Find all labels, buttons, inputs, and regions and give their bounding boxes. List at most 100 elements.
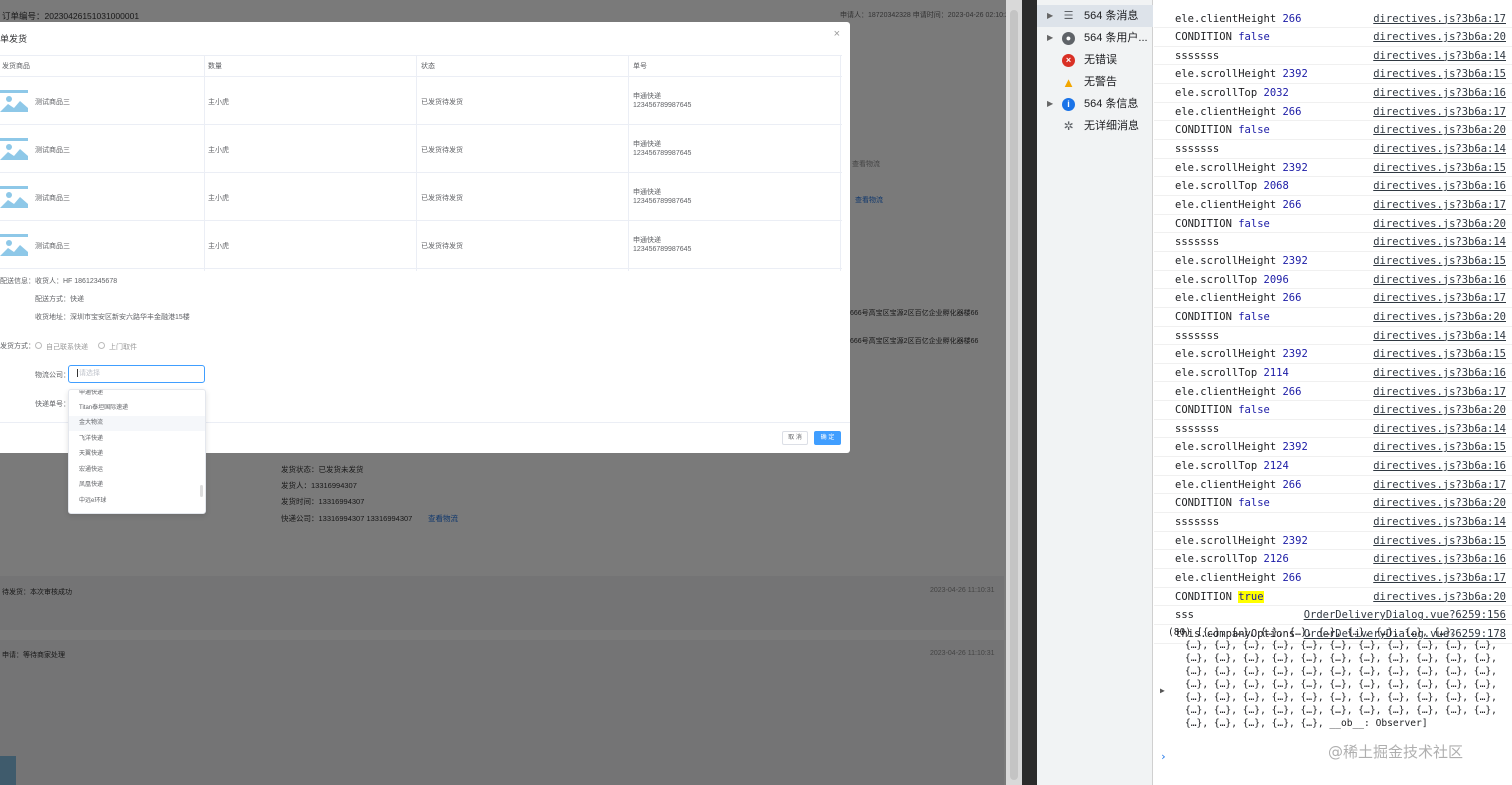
sidebar-item-info[interactable]: ▶ i 564 条信息: [1037, 93, 1153, 115]
console-log-entry: ele.scrollHeight 2392 directives.js?3b6a:…: [1154, 65, 1512, 85]
log-source-link[interactable]: directives.js?3b6a:17: [1373, 476, 1506, 494]
log-message: sssssss: [1175, 420, 1219, 438]
log-source-link[interactable]: directives.js?3b6a:14: [1373, 140, 1506, 158]
order-detail-page: 订单编号：20230426151031000001 申请人：1872034232…: [0, 0, 1022, 785]
sidebar-item-verbose[interactable]: ✲ 无详细消息: [1037, 115, 1153, 137]
confirm-button[interactable]: 确 定: [814, 431, 841, 445]
log-source-link[interactable]: directives.js?3b6a:14: [1373, 420, 1506, 438]
log-source-link[interactable]: directives.js?3b6a:16: [1373, 457, 1506, 475]
dropdown-option[interactable]: 宏通快运: [69, 463, 205, 478]
log-source-link[interactable]: directives.js?3b6a:16: [1373, 84, 1506, 102]
log-key: ele.clientHeight: [1175, 478, 1277, 491]
log-source-link[interactable]: directives.js?3b6a:15: [1373, 438, 1506, 456]
log-source-link[interactable]: directives.js?3b6a:16: [1373, 550, 1506, 568]
log-source-link[interactable]: directives.js?3b6a:15: [1373, 159, 1506, 177]
devtools-panel: ▶ ☰ 564 条消息 ▶ ● 564 条用户... × 无错误 ▲ 无警告 ▶…: [1037, 0, 1512, 785]
log-source-link[interactable]: directives.js?3b6a:17: [1373, 289, 1506, 307]
log-value: 266: [1282, 572, 1302, 584]
log-source-link[interactable]: directives.js?3b6a:16: [1373, 364, 1506, 382]
log-source-link[interactable]: directives.js?3b6a:20: [1373, 401, 1506, 419]
dropdown-option[interactable]: 天翼快递: [69, 447, 205, 462]
log-source-link[interactable]: directives.js?3b6a:20: [1373, 494, 1506, 512]
dropdown-option[interactable]: 凤凰快递: [69, 478, 205, 493]
log-source-link[interactable]: directives.js?3b6a:14: [1373, 47, 1506, 65]
log-source-link[interactable]: directives.js?3b6a:20: [1373, 308, 1506, 326]
log-source-link[interactable]: directives.js?3b6a:17: [1373, 10, 1506, 28]
log-source-link[interactable]: OrderDeliveryDialog.vue?6259:156: [1304, 606, 1506, 624]
company-select-input[interactable]: 请选择: [68, 365, 205, 383]
expand-triangle-icon[interactable]: ▶: [1160, 685, 1165, 698]
column-header: 状态: [421, 63, 435, 70]
ship-mode-option[interactable]: 上门取件: [109, 342, 137, 352]
log-source-link[interactable]: directives.js?3b6a:15: [1373, 252, 1506, 270]
console-prompt[interactable]: ›: [1160, 750, 1167, 763]
log-key: sssssss: [1175, 516, 1220, 529]
sidebar-item-errors[interactable]: × 无错误: [1037, 49, 1153, 71]
close-icon[interactable]: ×: [834, 28, 840, 40]
company-label: 物流公司：: [35, 372, 70, 379]
column-header: 发货商品: [2, 63, 30, 70]
log-source-link[interactable]: directives.js?3b6a:17: [1373, 103, 1506, 121]
quantity: 主小虎: [208, 99, 229, 106]
log-key: CONDITION: [1175, 310, 1232, 323]
dropdown-option[interactable]: Titan泰坦国际速递: [69, 401, 205, 416]
split-divider[interactable]: [1022, 0, 1037, 785]
status: 已发货待发货: [421, 99, 463, 106]
sidebar-item-messages[interactable]: ▶ ☰ 564 条消息: [1037, 5, 1153, 27]
column-header: 数量: [208, 63, 222, 70]
ship-mode-radio-pickup[interactable]: [98, 342, 105, 349]
log-source-link[interactable]: directives.js?3b6a:16: [1373, 271, 1506, 289]
console-log-entry: CONDITION true directives.js?3b6a:20: [1154, 588, 1512, 607]
console-log-entry: ele.clientHeight 266 directives.js?3b6a:1…: [1154, 289, 1512, 308]
log-value: false: [1238, 404, 1270, 417]
log-source-link[interactable]: directives.js?3b6a:20: [1373, 588, 1506, 606]
log-source-link[interactable]: directives.js?3b6a:17: [1373, 383, 1506, 401]
log-message: ele.scrollHeight 2392: [1175, 65, 1308, 83]
log-source-link[interactable]: directives.js?3b6a:20: [1373, 28, 1506, 46]
log-key: sssssss: [1175, 143, 1220, 156]
log-source-link[interactable]: directives.js?3b6a:15: [1373, 532, 1506, 550]
expand-arrow-icon[interactable]: ▶: [1047, 27, 1053, 49]
table-header: 发货商品 数量 状态 单号: [0, 55, 842, 77]
dropdown-scrollbar[interactable]: [200, 485, 203, 497]
console-log-entry: ele.scrollHeight 2392 directives.js?3b6a:…: [1154, 252, 1512, 271]
log-source-link[interactable]: directives.js?3b6a:14: [1373, 513, 1506, 531]
ship-mode-option[interactable]: 自己联系快递: [46, 342, 88, 352]
dropdown-option[interactable]: 申通快递: [69, 390, 205, 401]
log-key: ele.clientHeight: [1175, 385, 1277, 398]
log-source-link[interactable]: directives.js?3b6a:14: [1373, 327, 1506, 345]
product-name: 测试商品三: [35, 99, 70, 106]
log-value: 266: [1282, 199, 1302, 211]
log-source-link[interactable]: directives.js?3b6a:17: [1373, 196, 1506, 214]
log-key: sssssss: [1175, 422, 1220, 435]
log-source-link[interactable]: directives.js?3b6a:20: [1373, 121, 1506, 139]
console-log-entry: CONDITION false directives.js?3b6a:20: [1154, 215, 1512, 234]
cancel-button[interactable]: 取 消: [782, 431, 808, 445]
log-source-link[interactable]: directives.js?3b6a:15: [1373, 65, 1506, 83]
sidebar-item-warnings[interactable]: ▲ 无警告: [1037, 71, 1153, 93]
dump-line: (80) [{…}, {…}, {…}, {…}, {…}, {…}, {…},…: [1168, 627, 1457, 638]
ship-mode-radio-self[interactable]: [35, 342, 42, 349]
dropdown-option[interactable]: 中远e环球: [69, 494, 205, 509]
scrollbar-thumb[interactable]: [1010, 10, 1018, 780]
log-key: ele.scrollHeight: [1175, 161, 1277, 174]
log-source-link[interactable]: directives.js?3b6a:17: [1373, 569, 1506, 587]
log-value: false: [1238, 31, 1270, 44]
log-source-link[interactable]: directives.js?3b6a:14: [1373, 233, 1506, 251]
expand-arrow-icon[interactable]: ▶: [1047, 93, 1053, 115]
log-source-link[interactable]: directives.js?3b6a:20: [1373, 215, 1506, 233]
page-scrollbar[interactable]: [1006, 0, 1022, 785]
log-value: 2032: [1263, 87, 1289, 100]
log-key: ele.scrollHeight: [1175, 348, 1277, 361]
log-value: false: [1238, 497, 1270, 510]
warning-icon: ▲: [1062, 75, 1075, 90]
dump-line: {…}, {…}, {…}, {…}, {…}, {…}, {…}, {…}, …: [1185, 666, 1497, 677]
expand-arrow-icon[interactable]: ▶: [1047, 5, 1053, 27]
dropdown-option[interactable]: 金大物流: [69, 416, 205, 431]
info-icon: i: [1062, 98, 1075, 111]
sidebar-item-user-messages[interactable]: ▶ ● 564 条用户...: [1037, 27, 1153, 49]
dropdown-option[interactable]: 飞洋快递: [69, 432, 205, 447]
log-source-link[interactable]: directives.js?3b6a:16: [1373, 177, 1506, 195]
log-source-link[interactable]: directives.js?3b6a:15: [1373, 345, 1506, 363]
object-dump[interactable]: ▶ (80) [{…}, {…}, {…}, {…}, {…}, {…}, {……: [1154, 627, 1512, 749]
